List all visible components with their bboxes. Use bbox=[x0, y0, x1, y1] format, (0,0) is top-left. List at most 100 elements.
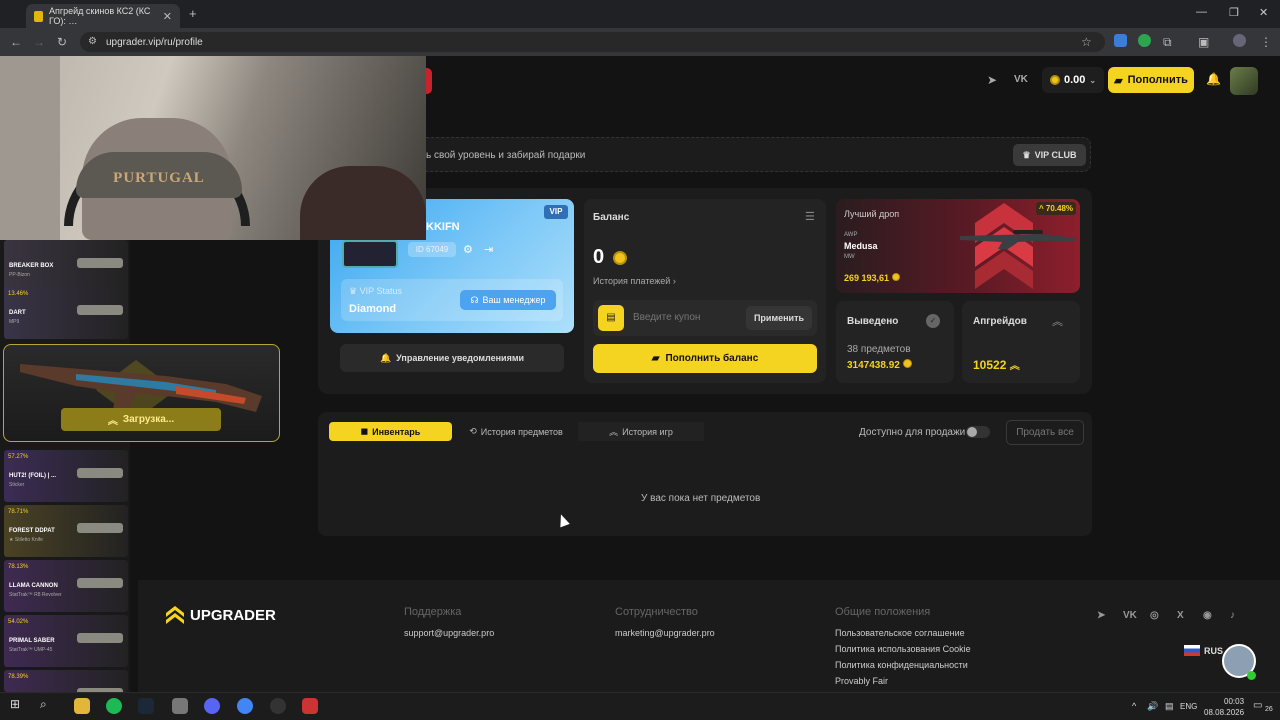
spotify-icon[interactable] bbox=[106, 698, 122, 714]
reload-icon[interactable]: ↻ bbox=[57, 35, 67, 49]
upgrades-count: 10522 ︽ bbox=[973, 357, 1020, 372]
header-topup-label: Пополнить bbox=[1127, 74, 1188, 86]
coupon-input[interactable] bbox=[633, 312, 741, 323]
sell-all-button[interactable]: Продать все bbox=[1006, 420, 1084, 445]
restore-icon[interactable]: ❐ bbox=[1229, 6, 1239, 19]
tab-game-history-label: История игр bbox=[622, 426, 673, 437]
apply-coupon-button[interactable]: Применить bbox=[746, 306, 812, 330]
tray-chevron-icon[interactable]: ^ bbox=[1132, 701, 1136, 711]
language-indicator[interactable]: ENG bbox=[1180, 702, 1197, 711]
footer-telegram-icon[interactable]: ➤ bbox=[1097, 610, 1105, 621]
footer-vk-icon[interactable]: VK bbox=[1123, 610, 1137, 621]
back-icon[interactable]: ← bbox=[10, 35, 22, 49]
upgrades-title: Апгрейдов bbox=[973, 316, 1027, 327]
notifications-icon[interactable]: ▭ bbox=[1253, 700, 1262, 711]
clock-time: 00:03 bbox=[1224, 697, 1245, 706]
url-field[interactable]: upgrader.vip/ru/profile bbox=[80, 32, 1105, 52]
feed-item[interactable]: 57.27% HUT2! (FOIL) | ... Sticker bbox=[4, 450, 128, 502]
vip-club-button[interactable]: ♛ VIP CLUB bbox=[1013, 144, 1086, 166]
app-icon[interactable] bbox=[172, 698, 188, 714]
header-balance[interactable]: 0.00 ⌄ bbox=[1042, 67, 1104, 93]
upgrader-logo-icon bbox=[166, 606, 184, 624]
available-for-sale-label: Доступно для продажи bbox=[859, 427, 966, 438]
gear-icon[interactable]: ⚙ bbox=[463, 243, 473, 256]
window-close-icon[interactable]: ✕ bbox=[1259, 6, 1268, 19]
payment-history-link[interactable]: История платежей › bbox=[593, 276, 676, 286]
topup-balance-button[interactable]: ▰ Пополнить баланс bbox=[593, 344, 817, 373]
tab-game-history[interactable]: ︽ История игр bbox=[578, 422, 704, 441]
bell-icon[interactable]: 🔔 bbox=[1206, 72, 1221, 86]
logout-icon[interactable]: ⇥ bbox=[484, 243, 493, 256]
footer-link-user-agreement[interactable]: Пользовательское соглашение bbox=[835, 628, 965, 638]
new-tab-icon[interactable]: + bbox=[189, 6, 197, 21]
tab-item-history[interactable]: ⟲ История предметов bbox=[458, 422, 574, 441]
feed-item-subtitle: PP-Bizon bbox=[9, 272, 30, 278]
extension-icon[interactable] bbox=[1138, 34, 1151, 47]
steam-icon[interactable] bbox=[138, 698, 154, 714]
feed-item[interactable]: BREAKER BOX PP-Bizon bbox=[4, 240, 128, 292]
site-info-icon[interactable]: ⚙ bbox=[88, 36, 97, 47]
feed-item[interactable]: 13.46% DART MP9 bbox=[4, 287, 128, 339]
taskbar-clock[interactable]: 00:03 08.08.2026 bbox=[1204, 696, 1244, 718]
available-for-sale-toggle[interactable] bbox=[966, 426, 990, 438]
browser-menu-icon[interactable]: ⋮ bbox=[1260, 35, 1272, 49]
footer-link-cookie-policy[interactable]: Политика использования Cookie bbox=[835, 644, 971, 654]
footer-link-privacy-policy[interactable]: Политика конфиденциальности bbox=[835, 660, 968, 670]
footer-logo[interactable]: UPGRADER bbox=[166, 606, 276, 624]
browser-tab[interactable]: Апгрейд скинов КС2 (КС ГО): … ✕ bbox=[26, 4, 180, 28]
user-avatar[interactable] bbox=[1230, 67, 1258, 95]
feed-item-percent: 13.46% bbox=[8, 291, 29, 297]
tab-inventory[interactable]: ◼ Инвентарь bbox=[329, 422, 452, 441]
double-chevron-up-icon: ︽ bbox=[609, 427, 619, 437]
profile-icon[interactable] bbox=[1233, 34, 1246, 47]
windows-start-icon[interactable]: ⊞ bbox=[10, 697, 20, 711]
search-icon[interactable]: ⌕ bbox=[40, 697, 47, 712]
footer-x-icon[interactable]: X bbox=[1177, 610, 1184, 621]
withdrawn-sum: 3147438.92 bbox=[847, 359, 912, 371]
volume-icon[interactable]: 🔊 bbox=[1147, 701, 1158, 712]
network-icon[interactable]: ▤ bbox=[1165, 701, 1174, 712]
forward-icon[interactable]: → bbox=[33, 35, 45, 49]
feed-item[interactable]: 78.39% bbox=[4, 670, 128, 692]
footer-discord-icon[interactable]: ◉ bbox=[1203, 610, 1212, 621]
history-icon: ⟲ bbox=[469, 426, 477, 436]
chrome-icon[interactable] bbox=[237, 698, 253, 714]
obs-icon[interactable] bbox=[270, 698, 286, 714]
app-icon[interactable] bbox=[204, 698, 220, 714]
footer-link-provably-fair[interactable]: Provably Fair bbox=[835, 676, 888, 686]
chevron-up-icon: ^ bbox=[1038, 204, 1044, 213]
feed-item[interactable]: 78.71% FOREST DDPAT ★ Stiletto Knife bbox=[4, 505, 128, 557]
app-icon[interactable] bbox=[302, 698, 318, 714]
feed-item-subtitle: Sticker bbox=[9, 482, 25, 488]
vk-icon[interactable]: VK bbox=[1014, 74, 1028, 85]
bell-icon: 🔔 bbox=[379, 352, 392, 363]
manager-button[interactable]: ☊ Ваш менеджер bbox=[460, 290, 556, 310]
extension-icon[interactable] bbox=[1114, 34, 1127, 47]
footer-instagram-icon[interactable]: ◎ bbox=[1150, 610, 1159, 621]
user-id-badge[interactable]: ID 67049 bbox=[408, 242, 456, 257]
file-explorer-icon[interactable] bbox=[74, 698, 90, 714]
sidebar-icon[interactable]: ▣ bbox=[1198, 35, 1209, 49]
tab-title: Апгрейд скинов КС2 (КС ГО): … bbox=[48, 6, 151, 26]
database-icon: ☰ bbox=[805, 211, 815, 223]
minimize-icon[interactable]: — bbox=[1196, 6, 1207, 18]
notifications-button[interactable]: 🔔 Управление уведомлениями bbox=[340, 344, 564, 372]
close-tab-icon[interactable]: ✕ bbox=[163, 10, 172, 23]
extensions-puzzle-icon[interactable]: ⧉ bbox=[1163, 35, 1172, 50]
footer-tiktok-icon[interactable]: ♪ bbox=[1230, 610, 1235, 621]
bookmark-star-icon[interactable]: ☆ bbox=[1081, 35, 1092, 49]
footer-partnership-link[interactable]: marketing@upgrader.pro bbox=[615, 628, 715, 638]
awp-rifle-image bbox=[960, 230, 1076, 249]
feed-item[interactable]: 78.13% LLAMA CANNON StatTrak™ R8 Revolver bbox=[4, 560, 128, 612]
feed-item[interactable]: 54.02% PRIMAL SABER StatTrak™ UMP-45 bbox=[4, 615, 128, 667]
telegram-icon[interactable]: ➤ bbox=[987, 73, 997, 87]
withdrawn-sum-value: 3147438.92 bbox=[847, 360, 900, 371]
header-topup-button[interactable]: ▰ Пополнить bbox=[1108, 67, 1194, 93]
loading-button[interactable]: ︽ Загрузка... bbox=[61, 408, 221, 431]
notification-count: 26 bbox=[1265, 706, 1273, 713]
feed-item-image bbox=[77, 578, 123, 588]
notifications-label: Управление уведомлениями bbox=[396, 353, 525, 363]
footer-support-link[interactable]: support@upgrader.pro bbox=[404, 628, 494, 638]
language-selector[interactable]: RUS bbox=[1184, 645, 1223, 656]
feed-item-image bbox=[77, 305, 123, 315]
